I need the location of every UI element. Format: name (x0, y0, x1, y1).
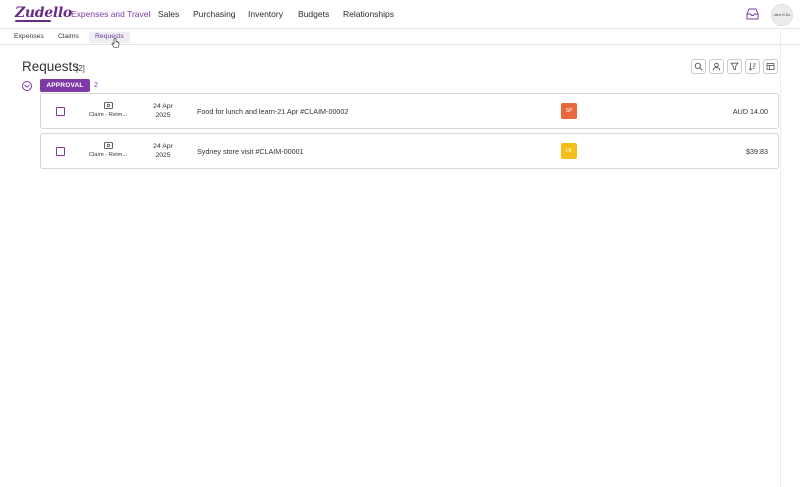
hand-cursor-icon (111, 38, 120, 48)
request-date-day: 24 Apr (153, 103, 173, 110)
user-avatar[interactable]: Jane B Do (771, 4, 793, 26)
scroll-edge (780, 30, 781, 487)
collapse-group-button[interactable] (22, 81, 32, 91)
columns-icon (766, 63, 775, 70)
top-navigation: Zudello Expenses and Travel Sales Purcha… (0, 0, 800, 29)
nav-item-budgets[interactable]: Budgets (298, 9, 329, 19)
page-count: [2] (76, 64, 85, 73)
request-type: Claim - Reim... (88, 152, 128, 158)
row-checkbox[interactable] (56, 147, 65, 156)
request-amount: $39.83 (746, 147, 768, 156)
list-toolbar (691, 59, 778, 74)
logo-swoosh (15, 20, 51, 22)
group-label-approval: APPROVAL (40, 79, 90, 92)
nav-item-purchasing[interactable]: Purchasing (193, 9, 236, 19)
request-amount: AUD 14.00 (732, 107, 768, 116)
sort-icon (748, 63, 756, 71)
request-description: Sydney store visit #CLAIM-00001 (197, 147, 304, 156)
assignee-filter-button[interactable] (709, 59, 724, 74)
assignee-badge: LK (561, 143, 577, 159)
cash-icon (104, 142, 113, 149)
request-row[interactable]: Claim - Reim... 24 Apr 2025 Food for lun… (40, 93, 779, 129)
assignee-badge: SP (561, 103, 577, 119)
page-title: Requests (22, 59, 80, 74)
cash-icon (104, 102, 113, 109)
filter-button[interactable] (727, 59, 742, 74)
request-description: Food for lunch and learn-21 Apr #CLAIM-0… (197, 107, 349, 116)
sort-button[interactable] (745, 59, 760, 74)
nav-item-inventory[interactable]: Inventory (248, 9, 283, 19)
nav-item-relationships[interactable]: Relationships (343, 9, 394, 19)
request-date-year: 2025 (155, 112, 171, 119)
tab-requests[interactable]: Requests (89, 32, 130, 43)
request-type: Claim - Reim... (88, 112, 128, 118)
group-count: 2 (94, 82, 98, 89)
nav-item-expenses-and-travel[interactable]: Expenses and Travel (71, 9, 150, 19)
request-date: 24 Apr 2025 (141, 102, 185, 120)
chevron-down-icon (24, 84, 30, 88)
request-date-year: 2025 (155, 152, 171, 159)
app-logo[interactable]: Zudello (15, 5, 72, 21)
request-date-day: 24 Apr (153, 143, 173, 150)
request-row[interactable]: Claim - Reim... 24 Apr 2025 Sydney store… (40, 133, 779, 169)
search-button[interactable] (691, 59, 706, 74)
search-icon (694, 62, 703, 71)
sub-navigation: Expenses Claims Requests (0, 30, 800, 45)
user-icon (712, 62, 721, 71)
row-checkbox[interactable] (56, 107, 65, 116)
tab-claims[interactable]: Claims (52, 32, 85, 43)
nav-item-sales[interactable]: Sales (158, 9, 179, 19)
columns-button[interactable] (763, 59, 778, 74)
request-date: 24 Apr 2025 (141, 142, 185, 160)
inbox-icon[interactable] (746, 8, 759, 20)
tab-expenses[interactable]: Expenses (8, 32, 50, 43)
filter-icon (730, 62, 739, 71)
